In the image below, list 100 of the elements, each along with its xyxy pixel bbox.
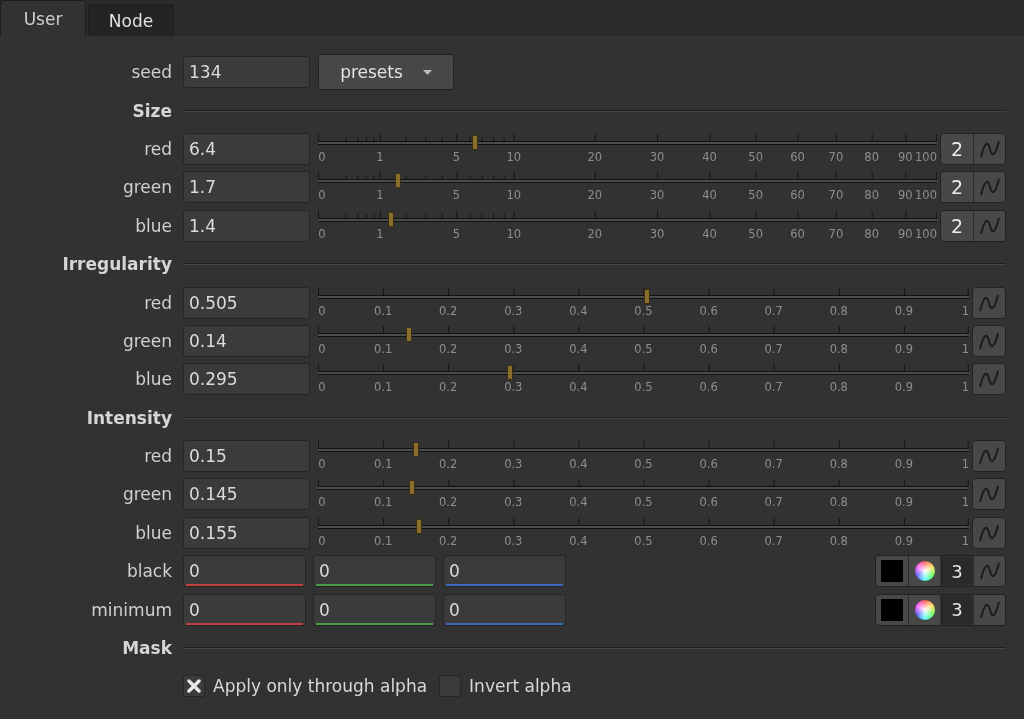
value-field[interactable]: 0 [313,593,436,626]
presets-dropdown[interactable]: presets [318,54,454,91]
animation-button[interactable] [973,517,1005,548]
value-field[interactable]: 0 [443,555,566,588]
value-field[interactable]: 0.14 [183,324,310,357]
tick-label: 5 [452,150,461,164]
tick-label: 1 [961,304,969,318]
tick-label: 10 [506,150,522,164]
value-field[interactable]: 1.4 [183,209,310,242]
slider-thumb[interactable] [507,365,514,381]
color-wheel-button[interactable] [908,556,940,587]
value-field[interactable]: 0.145 [183,478,310,511]
tick-label: 90 [897,189,913,203]
section-title: Intensity [85,407,172,428]
tick-label: 30 [649,189,665,203]
animation-button[interactable] [973,479,1005,510]
animation-button[interactable] [973,556,1005,587]
tab[interactable]: Node [88,4,174,36]
color-swatch-button[interactable] [876,594,908,625]
tick-label: 1 [961,534,969,548]
curve-icon [978,599,1001,620]
animation-button[interactable] [973,364,1005,395]
tick-label: 30 [649,227,665,241]
tick-label: 0.4 [569,381,588,395]
slider-thumb[interactable] [643,288,650,304]
tick-label: 0.5 [634,304,653,318]
tick-label: 0.8 [829,342,848,356]
field-label: green [121,330,172,351]
value-field[interactable]: 0 [443,593,566,626]
value-field[interactable]: 0.295 [183,363,310,396]
value-field[interactable]: 0.505 [183,286,310,319]
slider-thumb[interactable] [412,442,419,458]
tick-label: 20 [587,150,603,164]
channels-button[interactable]: 3 [941,557,972,586]
value-field[interactable]: 134 [183,56,310,89]
channels-button[interactable]: 3 [941,595,972,624]
tick-label: 0.1 [373,496,393,510]
value-field[interactable]: 0 [183,593,306,626]
slider-thumb[interactable] [406,326,413,342]
value-field[interactable]: 0.15 [183,440,310,473]
animation-button[interactable] [973,172,1005,203]
tick-label: 0.7 [764,381,783,395]
tick-label: 10 [506,227,522,241]
animation-button[interactable] [973,210,1005,241]
animation-button[interactable] [973,287,1005,318]
tick-label: 0.4 [569,458,588,472]
tick-label: 0.2 [439,381,458,395]
value-field[interactable]: 6.4 [183,132,310,165]
tick-label: 0 [318,150,326,164]
curve-icon [978,330,1000,351]
slider-thumb[interactable] [415,518,422,534]
checkbox-label: Invert alpha [469,676,572,697]
tick-label: 70 [828,189,844,203]
section-title: Mask [121,638,172,659]
channels-button[interactable]: 2 [941,133,973,164]
animation-button[interactable] [973,133,1005,164]
tick-label: 0.7 [764,496,783,510]
curve-icon [978,484,1000,505]
slider-thumb[interactable] [409,480,416,496]
tick-label: 0.2 [439,304,458,318]
animation-button[interactable] [973,441,1005,472]
tick-label: 70 [828,150,844,164]
cross-icon [187,679,201,694]
tick-label: 1 [376,227,384,241]
tick-label: 50 [748,189,763,203]
tick-label: 0.6 [699,381,718,395]
field-label: red [143,292,172,313]
channels-button[interactable]: 2 [941,210,973,241]
tick-label: 0.5 [634,496,653,510]
value-field[interactable]: 0.155 [183,516,310,549]
color-wheel-button[interactable] [908,594,940,625]
tick-label: 0 [318,342,326,356]
animation-button[interactable] [973,594,1005,625]
tick-label: 0.9 [894,496,914,510]
value-field[interactable]: 0 [183,555,306,588]
tick-label: 0.3 [504,496,523,510]
tick-label: 80 [864,150,879,164]
channels-button[interactable]: 2 [941,172,973,203]
checkbox[interactable] [183,675,205,698]
tick-label: 0 [318,304,326,318]
tick-label: 0.5 [634,381,653,395]
tick-label: 0.3 [504,458,523,472]
value-field[interactable]: 0 [313,555,436,588]
field-label: black [125,561,172,582]
tick-label: 1 [961,381,969,395]
color-swatch-button[interactable] [876,556,908,587]
tick-label: 10 [506,189,522,203]
animation-button[interactable] [973,325,1005,356]
tick-label: 0.9 [894,342,914,356]
slider-thumb[interactable] [471,134,478,150]
tick-label: 0 [318,381,326,395]
tick-label: 0 [318,227,326,241]
value-field[interactable]: 1.7 [183,171,310,204]
tick-label: 0.3 [504,534,523,548]
slider-thumb[interactable] [395,173,402,189]
curve-icon [978,215,1001,236]
slider-thumb[interactable] [388,211,395,227]
field-label: minimum [90,599,172,620]
field-label: blue [134,522,172,543]
tab[interactable]: User [0,0,86,36]
